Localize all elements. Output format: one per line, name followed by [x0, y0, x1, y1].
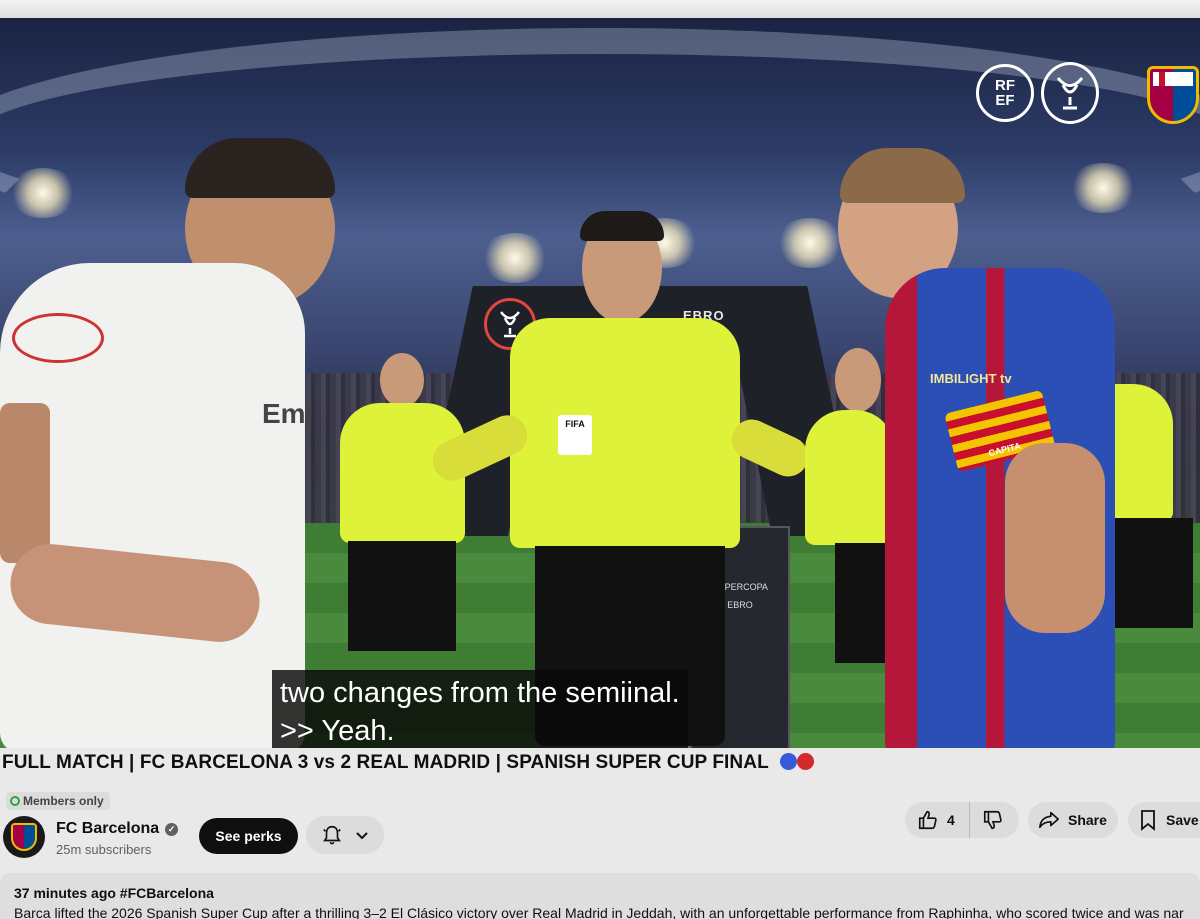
main-referee: FIFA [426, 211, 815, 748]
video-player[interactable]: EBRO SUPERCOPA EBRO Emi FIFA IMBILIGHT t… [0, 18, 1200, 748]
thumbs-up-icon [917, 809, 939, 831]
description-text: Barca lifted the 2026 Spanish Super Cup … [14, 905, 1184, 919]
real-madrid-player: Emi [0, 133, 340, 748]
members-only-label: Members only [23, 794, 104, 808]
blue-circle-emoji [779, 753, 797, 770]
dislike-button[interactable] [970, 809, 1004, 831]
fifa-badge: FIFA [558, 415, 592, 455]
red-circle-emoji [796, 753, 814, 770]
members-only-badge: Members only [6, 792, 110, 810]
members-icon [10, 796, 20, 806]
referee-hair [580, 211, 664, 241]
caption-line: >> Yeah. [280, 715, 395, 747]
thumbs-down-icon [982, 809, 1004, 831]
share-label: Share [1068, 812, 1107, 828]
player-hair [840, 148, 965, 203]
player-arm [1005, 443, 1105, 633]
rfef-logo: RF EF [976, 64, 1034, 122]
save-label: Save [1166, 812, 1199, 828]
save-button[interactable]: Save [1128, 802, 1200, 838]
shirt-badge [12, 313, 104, 363]
verified-check-icon: ✓ [165, 822, 179, 836]
video-title-text: FULL MATCH | FC BARCELONA 3 vs 2 REAL MA… [2, 752, 769, 773]
video-captions: two changes from the semiinal. >> Yeah. [272, 670, 688, 748]
like-button[interactable]: 4 [905, 802, 970, 838]
bell-icon [321, 824, 343, 846]
see-perks-button[interactable]: See perks [199, 818, 298, 854]
channel-name[interactable]: FC Barcelona ✓ [56, 820, 179, 838]
subscriber-count: 25m subscribers [56, 842, 152, 857]
video-title: FULL MATCH | FC BARCELONA 3 vs 2 REAL MA… [2, 752, 814, 774]
supercup-logo [1041, 62, 1099, 124]
notifications-button[interactable] [306, 816, 384, 854]
bookmark-icon [1138, 809, 1158, 831]
caption-line: two changes from the semiinal. [280, 677, 680, 709]
shirt-sponsor: IMBILIGHT tv [930, 371, 1012, 386]
channel-avatar[interactable] [3, 816, 45, 858]
fc-barcelona-crest [1147, 66, 1199, 124]
rfef-line: EF [995, 92, 1015, 109]
rfef-line: RF [995, 77, 1015, 94]
player-hair [185, 138, 335, 198]
shirt-sponsor: Emi [262, 398, 314, 429]
browser-top-edge [0, 0, 1200, 20]
channel-name-text[interactable]: FC Barcelona [56, 820, 159, 838]
like-dislike-group: 4 [905, 802, 1019, 838]
referee-shirt [510, 318, 740, 548]
barcelona-captain: IMBILIGHT tv CAPITA [830, 143, 1120, 748]
share-button[interactable]: Share [1028, 802, 1118, 838]
upload-time-and-hashtag: 37 minutes ago #FCBarcelona [14, 885, 214, 901]
share-arrow-icon [1038, 809, 1060, 831]
barcelona-crest-icon [11, 823, 37, 851]
chevron-down-icon [355, 828, 369, 842]
referee-head [380, 353, 424, 407]
player-arm [0, 403, 50, 563]
like-count: 4 [947, 812, 955, 828]
